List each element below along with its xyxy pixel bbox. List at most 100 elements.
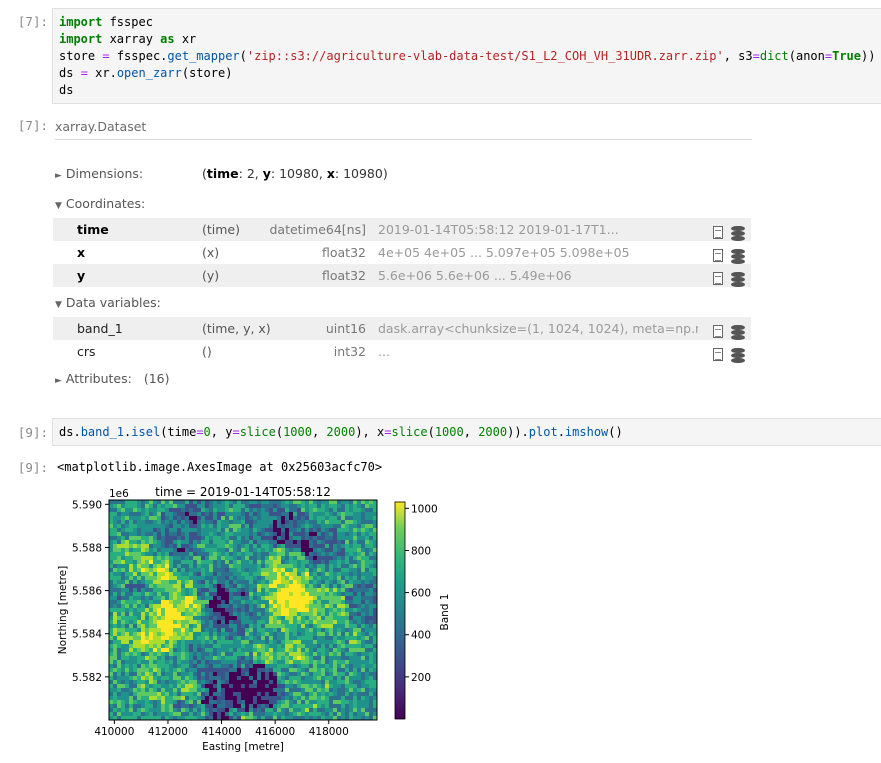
heatmap-cell (161, 616, 166, 621)
heatmap-cell (137, 556, 142, 561)
heatmap-cell (221, 692, 226, 697)
heatmap-cell (165, 588, 170, 593)
show-data-icon[interactable] (731, 325, 745, 341)
heatmap-cell (157, 652, 162, 657)
heatmap-cell (345, 604, 350, 609)
show-data-icon[interactable] (731, 249, 745, 265)
heatmap-cell (185, 628, 190, 633)
heatmap-cell (145, 612, 150, 617)
show-data-icon[interactable] (731, 272, 745, 288)
dimensions-section[interactable]: ► Dimensions: (55, 166, 143, 181)
heatmap-cell (129, 640, 134, 645)
datavar-row-crs[interactable]: crs() int32... (53, 340, 751, 363)
heatmap-cell (289, 612, 294, 617)
heatmap-cell (361, 572, 366, 577)
heatmap-cell (133, 516, 138, 521)
heatmap-cell (281, 576, 286, 581)
heatmap-cell (165, 652, 170, 657)
heatmap-cell (265, 656, 270, 661)
heatmap-cell (125, 624, 130, 629)
heatmap-cell (149, 708, 154, 713)
heatmap-cell (317, 636, 322, 641)
heatmap-cell (297, 676, 302, 681)
heatmap-cell (277, 684, 282, 689)
heatmap-cell (117, 644, 122, 649)
heatmap-cell (265, 520, 270, 525)
heatmap-cell (341, 616, 346, 621)
heatmap-cell (165, 644, 170, 649)
code-cell-1[interactable]: import fsspec import xarray as xr store = … (52, 8, 881, 104)
heatmap-cell (345, 676, 350, 681)
heatmap-cell (141, 516, 146, 521)
heatmap-cell (153, 636, 158, 641)
show-data-icon[interactable] (731, 348, 745, 364)
heatmap-cell (149, 508, 154, 513)
heatmap-cell (133, 640, 138, 645)
coord-row-time[interactable]: time (time) datetime64[ns] 2019-01-14T05:58… (53, 218, 751, 241)
heatmap-cell (137, 516, 142, 521)
heatmap-cell (277, 500, 282, 505)
show-attributes-icon[interactable] (713, 249, 723, 262)
heatmap-cell (317, 516, 322, 521)
heatmap-cell (133, 660, 138, 665)
heatmap-cell (353, 528, 358, 533)
heatmap-cell (133, 712, 138, 717)
heatmap-cell (221, 704, 226, 709)
heatmap-cell (153, 524, 158, 529)
heatmap-cell (149, 516, 154, 521)
heatmap-cell (257, 712, 262, 717)
heatmap-cell (153, 712, 158, 717)
heatmap-cell (237, 612, 242, 617)
heatmap-cell (261, 668, 266, 673)
heatmap-image (109, 500, 378, 721)
data-variables-section[interactable]: ▼ Data variables: (55, 295, 161, 310)
heatmap-cell (121, 624, 126, 629)
heatmap-cell (257, 540, 262, 545)
heatmap-cell (341, 556, 346, 561)
heatmap-cell (349, 560, 354, 565)
code-cell-2[interactable]: ds.band_1.isel(time=0, y=slice(1000, 200… (52, 418, 881, 446)
show-attributes-icon[interactable] (713, 348, 723, 361)
datavar-row-band_1[interactable]: band_1 (time, y, x) uint16 dask.array<chunk… (53, 317, 751, 340)
heatmap-cell (113, 568, 118, 573)
attributes-section[interactable]: ► Attributes: (16) (55, 371, 170, 386)
show-data-icon[interactable] (731, 226, 745, 242)
heatmap-cell (153, 604, 158, 609)
heatmap-cell (205, 500, 210, 505)
heatmap-cell (169, 552, 174, 557)
heatmap-cell (173, 540, 178, 545)
heatmap-cell (149, 692, 154, 697)
heatmap-cell (333, 708, 338, 713)
heatmap-cell (217, 640, 222, 645)
heatmap-cell (349, 584, 354, 589)
heatmap-cell (313, 548, 318, 553)
heatmap-cell (109, 520, 114, 525)
heatmap-cell (233, 592, 238, 597)
heatmap-cell (157, 680, 162, 685)
heatmap-cell (313, 500, 318, 505)
heatmap-cell (201, 568, 206, 573)
heatmap-cell (125, 540, 130, 545)
show-attributes-icon[interactable] (713, 272, 723, 285)
show-attributes-icon[interactable] (713, 226, 723, 239)
heatmap-cell (345, 620, 350, 625)
heatmap-cell (149, 632, 154, 637)
heatmap-cell (309, 536, 314, 541)
heatmap-cell (265, 704, 270, 709)
show-attributes-icon[interactable] (713, 325, 723, 338)
heatmap-cell (225, 692, 230, 697)
coordinates-section[interactable]: ▼ Coordinates: (55, 196, 145, 211)
coord-row-x[interactable]: x (x) float32 4e+05 4e+05 ... 5.097e+05 5.0… (53, 241, 751, 264)
heatmap-cell (181, 504, 186, 509)
heatmap-cell (321, 512, 326, 517)
heatmap-cell (253, 664, 258, 669)
heatmap-cell (309, 656, 314, 661)
heatmap-cell (281, 516, 286, 521)
heatmap-cell (329, 612, 334, 617)
heatmap-cell (325, 628, 330, 633)
heatmap-cell (321, 576, 326, 581)
coord-row-y[interactable]: y (y) float32 5.6e+06 5.6e+06 ... 5.49e+06 (53, 264, 751, 287)
heatmap-cell (365, 560, 370, 565)
heatmap-cell (321, 616, 326, 621)
heatmap-cell (353, 572, 358, 577)
